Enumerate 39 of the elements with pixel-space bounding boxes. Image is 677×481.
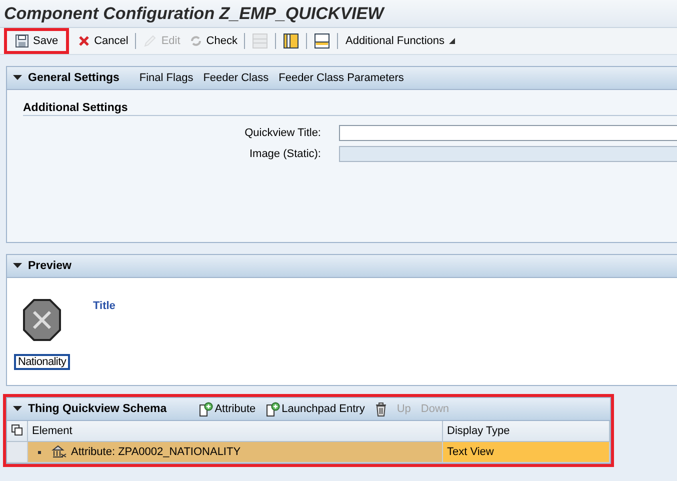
panel-title: Preview	[28, 260, 72, 272]
panel-title: General Settings	[28, 72, 120, 84]
toolbar-button[interactable]: Attribute	[196, 402, 258, 416]
toolbar-button[interactable]: Cancel	[73, 35, 134, 47]
caret-icon	[13, 263, 22, 269]
missing-image-icon	[22, 298, 62, 342]
header-link[interactable]: Final Flags	[139, 72, 194, 84]
caret-icon	[13, 406, 22, 412]
table-cell: Text View	[442, 442, 610, 462]
trash-icon	[374, 402, 387, 416]
layout-icon	[252, 33, 268, 49]
add-document-icon	[198, 402, 213, 416]
toolbar-button[interactable]: Check	[185, 35, 242, 47]
toolbar-button[interactable]: Launchpad Entry	[264, 402, 367, 416]
column-header[interactable]: Element	[28, 421, 442, 442]
preview-title: Title	[92, 299, 116, 314]
header-link[interactable]: Feeder Class Parameters	[278, 72, 404, 84]
attribute-icon	[51, 445, 67, 459]
refresh-icon	[190, 35, 202, 47]
field-label: Quickview Title:	[244, 126, 322, 138]
field-label: Image (Static):	[248, 148, 322, 160]
select-all-icon[interactable]	[11, 424, 23, 436]
table-cell: Attribute: ZPA0002_NATIONALITY	[71, 446, 241, 458]
panel-title: Thing Quickview Schema	[28, 403, 167, 415]
caret-icon	[13, 75, 22, 81]
layout-rows-icon	[314, 33, 330, 49]
input-field[interactable]	[339, 124, 677, 140]
add-document-icon	[266, 402, 280, 416]
caret-icon	[448, 38, 455, 44]
header-link[interactable]: Feeder Class	[203, 72, 269, 84]
menu-button[interactable]: Additional Functions	[340, 35, 460, 47]
layout-columns-icon	[283, 33, 300, 49]
group-title: Additional Settings	[23, 102, 677, 116]
close-icon	[78, 35, 90, 47]
window-title: Component Configuration Z_EMP_QUICKVIEW	[4, 4, 384, 24]
pencil-icon	[143, 34, 158, 48]
image-caption[interactable]: Nationality	[14, 354, 70, 370]
column-header[interactable]: Display Type	[442, 421, 610, 442]
toolbar-button[interactable]: Save	[10, 34, 64, 48]
